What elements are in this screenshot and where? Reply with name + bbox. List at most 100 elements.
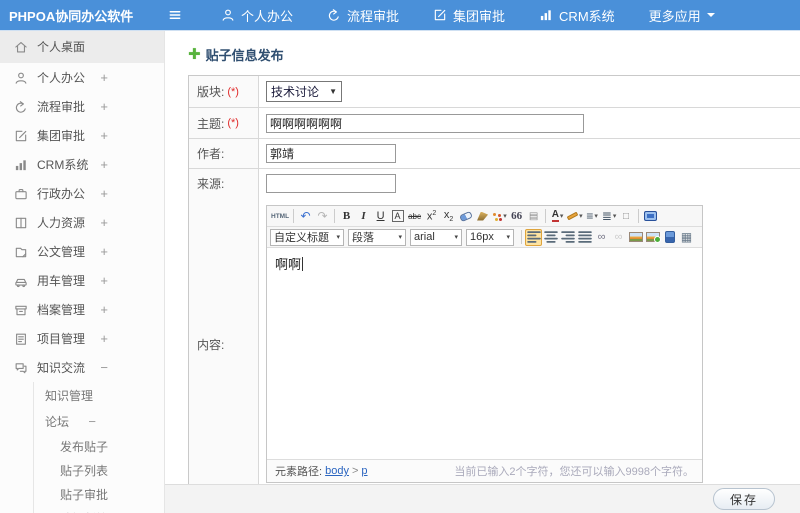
board-label-cell: 版块:(*) [189,76,259,107]
sidebar-item[interactable]: 发布贴子 [34,434,164,458]
highlight-button[interactable]: ▾ [566,208,584,225]
sidebar-item[interactable]: 知识交流− [0,353,164,382]
expander-minus-icon[interactable]: − [88,415,96,428]
sidebar-item[interactable]: 个人办公+ [0,63,164,92]
form-footer: 保存 [165,484,800,513]
sidebar-item[interactable]: 论坛− [34,408,164,434]
topnav-item-label: CRM系统 [559,6,615,25]
sidebar-item[interactable]: CRM系统+ [0,150,164,179]
path-link-p[interactable]: p [361,465,367,477]
menu-icon[interactable] [162,0,188,30]
underline-button[interactable]: U [372,208,389,225]
sidebar-item[interactable]: 公文管理+ [0,237,164,266]
unlink-button[interactable]: ∞ [610,229,627,246]
unordered-list-button[interactable]: ≣▾ [601,208,618,225]
sidebar-item[interactable]: 用车管理+ [0,266,164,295]
ordered-list-button[interactable]: ≡▾ [584,208,601,225]
home-icon [14,40,28,54]
font-color-button[interactable]: A▾ [549,208,566,225]
toolbar-separator [545,209,546,223]
screenshot-icon [646,232,660,242]
sidebar-item[interactable]: 知识管理 [34,382,164,408]
field-label: 版块: [197,83,224,100]
undo-button[interactable]: ↶ [297,208,314,225]
editor-select[interactable]: 16px▾ [466,229,514,246]
insert-media-button[interactable] [661,229,678,246]
align-center-button[interactable] [542,229,559,246]
screenshot-button[interactable] [644,229,661,246]
author-value-cell [259,139,800,168]
superscript-icon: x2 [427,210,436,223]
new-page-button[interactable]: □ [618,208,635,225]
form-row-content: 内容: HTML↶↷BIUAabcx2x2▾66▤A▾▾≡▾≣▾□ 自定义标题▾… [189,198,800,490]
blockquote-button[interactable]: 66 [508,208,525,225]
subscript-button[interactable]: x2 [440,208,457,225]
bold-button[interactable]: B [338,208,355,225]
sidebar-item[interactable]: 贴子审批 [34,482,164,506]
sidebar-item[interactable]: 行政办公+ [0,179,164,208]
sidebar-item[interactable]: 项目管理+ [0,324,164,353]
sidebar-item[interactable]: 贴子列表 [34,458,164,482]
remove-format-button[interactable] [474,208,491,225]
fullscreen-button[interactable] [642,208,659,225]
save-button[interactable]: 保存 [713,488,775,510]
topnav-item[interactable]: 更多应用 [632,0,732,30]
eraser-button[interactable] [457,208,474,225]
source-input[interactable] [266,174,396,193]
subject-input[interactable] [266,114,584,133]
insert-image-button[interactable] [627,229,644,246]
html-source-button[interactable]: HTML [270,208,290,225]
expander-plus-icon[interactable]: + [100,71,108,84]
editor-select[interactable]: 自定义标题▾ [270,229,344,246]
topnav-item[interactable]: 流程审批 [310,0,416,30]
expander-plus-icon[interactable]: + [100,187,108,200]
sidebar-item[interactable]: 集团审批+ [0,121,164,150]
expander-plus-icon[interactable]: + [100,303,108,316]
sidebar-item[interactable]: 流程审批+ [0,92,164,121]
path-link-body[interactable]: body [325,465,349,477]
strikethrough-button[interactable]: abc [406,208,423,225]
strikethrough-icon: abc [408,212,421,221]
author-label-cell: 作者: [189,139,259,168]
expander-plus-icon[interactable]: + [100,158,108,171]
expander-plus-icon[interactable]: + [100,129,108,142]
author-input[interactable] [266,144,396,163]
toolbar-separator [521,230,522,244]
expander-plus-icon[interactable]: + [100,245,108,258]
date-page-button[interactable]: ▤ [525,208,542,225]
expander-plus-icon[interactable]: + [100,100,108,113]
align-left-icon [527,230,541,244]
process-icon [327,8,341,22]
topnav-item[interactable]: 集团审批 [416,0,522,30]
align-center-icon [544,230,558,244]
expander-plus-icon[interactable]: + [100,332,108,345]
insert-table-button[interactable]: ▦ [678,229,695,246]
editor-select[interactable]: arial▾ [410,229,462,246]
form-row-subject: 主题:(*) [189,108,800,139]
sidebar-item[interactable]: 人力资源+ [0,208,164,237]
superscript-button[interactable]: x2 [423,208,440,225]
expander-plus-icon[interactable]: + [100,274,108,287]
expander-minus-icon[interactable]: − [100,361,108,374]
align-right-button[interactable] [559,229,576,246]
link-button[interactable]: ∞ [593,229,610,246]
topnav-item[interactable]: CRM系统 [522,0,632,30]
select-value: 技术讨论 [271,83,319,100]
sidebar-item[interactable]: 个人桌面 [0,30,164,63]
align-justify-button[interactable] [576,229,593,246]
editor-select[interactable]: 段落▾ [348,229,406,246]
redo-button[interactable]: ↷ [314,208,331,225]
topnav-item[interactable]: 个人办公 [204,0,310,30]
board-select[interactable]: 技术讨论▼ [266,81,342,102]
expander-plus-icon[interactable]: + [100,216,108,229]
italic-button[interactable]: I [355,208,372,225]
align-left-button[interactable] [525,229,542,246]
sidebar-item[interactable]: 论坛版块设置 [34,506,164,513]
fullscreen-icon [644,211,657,221]
sidebar-item[interactable]: 档案管理+ [0,295,164,324]
editor-content-area[interactable]: 啊啊 [267,248,702,459]
font-border-button[interactable]: A [389,208,406,225]
redo-icon: ↷ [318,209,328,223]
paint-format-button[interactable]: ▾ [491,208,508,225]
topnav-item-label: 集团审批 [453,6,505,25]
